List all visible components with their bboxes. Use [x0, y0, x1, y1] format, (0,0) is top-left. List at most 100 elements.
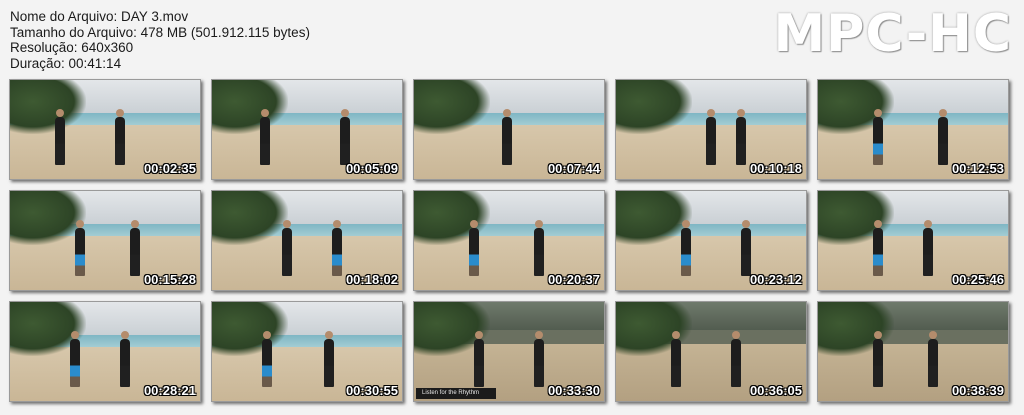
- timestamp: 00:20:37: [547, 272, 600, 287]
- person-figure: [681, 220, 691, 276]
- frame-trees: [616, 80, 692, 135]
- person-head: [737, 109, 745, 117]
- person-head: [874, 331, 882, 339]
- person-head: [503, 109, 511, 117]
- person-head: [71, 331, 79, 339]
- person-head: [116, 109, 124, 117]
- person-figure: [923, 220, 933, 276]
- person-figure: [262, 331, 272, 387]
- person-figure: [938, 109, 948, 165]
- timestamp: 00:02:35: [143, 161, 196, 176]
- frame-trees: [212, 80, 288, 135]
- person-head: [283, 220, 291, 228]
- timestamp: 00:07:44: [547, 161, 600, 176]
- person-head: [333, 220, 341, 228]
- person-head: [76, 220, 84, 228]
- person-head: [131, 220, 139, 228]
- person-head: [672, 331, 680, 339]
- person-figure: [741, 220, 751, 276]
- thumbnail-frame: 00:12:53: [817, 79, 1009, 180]
- timestamp: 00:12:53: [951, 161, 1004, 176]
- file-info: Nome do Arquivo: DAY 3.mov Tamanho do Ar…: [10, 9, 310, 71]
- person-figure: [332, 220, 342, 276]
- person-figure: [671, 331, 681, 387]
- person-figure: [260, 109, 270, 165]
- timestamp: 00:23:12: [749, 272, 802, 287]
- resolution: Resolução: 640x360: [10, 40, 134, 56]
- person-figure: [282, 220, 292, 276]
- timestamp: 00:38:39: [951, 383, 1004, 398]
- frame-trees: [10, 80, 86, 135]
- person-head: [939, 109, 947, 117]
- thumbnail-frame: 00:28:21: [9, 301, 201, 402]
- person-head: [341, 109, 349, 117]
- frame-trees: [212, 191, 288, 246]
- person-figure: [873, 331, 883, 387]
- thumbnail-frame: 00:23:12: [615, 190, 807, 291]
- person-figure: [502, 109, 512, 165]
- person-figure: [731, 331, 741, 387]
- person-head: [929, 331, 937, 339]
- thumbnail-frame: 00:36:05: [615, 301, 807, 402]
- person-head: [742, 220, 750, 228]
- person-figure: [469, 220, 479, 276]
- mpc-hc-logo: MPC-HC: [773, 4, 1012, 64]
- person-head: [263, 331, 271, 339]
- person-figure: [115, 109, 125, 165]
- timestamp: 00:18:02: [345, 272, 398, 287]
- person-head: [325, 331, 333, 339]
- file-size: Tamanho do Arquivo: 478 MB (501.912.115 …: [10, 24, 310, 40]
- timestamp: 00:05:09: [345, 161, 398, 176]
- person-figure: [706, 109, 716, 165]
- thumbnail-frame: 00:25:46: [817, 190, 1009, 291]
- person-head: [535, 331, 543, 339]
- timestamp: 00:30:55: [345, 383, 398, 398]
- person-figure: [70, 331, 80, 387]
- person-figure: [534, 220, 544, 276]
- person-head: [261, 109, 269, 117]
- person-head: [682, 220, 690, 228]
- timestamp: 00:33:30: [547, 383, 600, 398]
- person-figure: [55, 109, 65, 165]
- thumbnail-grid: 00:02:35 00:05:09 00:07:44 00:10:18 00:12:53…: [9, 79, 1014, 409]
- thumbnail-frame: 00:02:35: [9, 79, 201, 180]
- thumbnail-frame: 00:15:28: [9, 190, 201, 291]
- person-figure: [534, 331, 544, 387]
- timestamp: 00:10:18: [749, 161, 802, 176]
- person-head: [535, 220, 543, 228]
- thumbnail-frame: 00:05:09: [211, 79, 403, 180]
- thumbnail-frame: Listen for the Rhythm 00:33:30: [413, 301, 605, 402]
- person-head: [874, 109, 882, 117]
- person-figure: [120, 331, 130, 387]
- timestamp: 00:28:21: [143, 383, 196, 398]
- person-figure: [130, 220, 140, 276]
- frame-trees: [212, 302, 288, 357]
- thumbnail-frame: 00:18:02: [211, 190, 403, 291]
- person-head: [924, 220, 932, 228]
- thumbnail-frame: 00:10:18: [615, 79, 807, 180]
- person-head: [470, 220, 478, 228]
- frame-trees: [414, 80, 490, 135]
- file-name: Nome do Arquivo: DAY 3.mov: [10, 9, 189, 24]
- person-figure: [736, 109, 746, 165]
- person-head: [707, 109, 715, 117]
- person-head: [56, 109, 64, 117]
- thumbnail-frame: 00:07:44: [413, 79, 605, 180]
- person-figure: [928, 331, 938, 387]
- person-figure: [474, 331, 484, 387]
- person-figure: [873, 220, 883, 276]
- timestamp: 00:36:05: [749, 383, 802, 398]
- person-head: [121, 331, 129, 339]
- thumbnail-frame: 00:20:37: [413, 190, 605, 291]
- person-figure: [340, 109, 350, 165]
- video-caption: Listen for the Rhythm: [416, 388, 496, 399]
- person-figure: [324, 331, 334, 387]
- person-head: [475, 331, 483, 339]
- person-head: [874, 220, 882, 228]
- duration: Duração: 00:41:14: [10, 55, 122, 71]
- person-figure: [873, 109, 883, 165]
- timestamp: 00:25:46: [951, 272, 1004, 287]
- thumbnail-frame: 00:30:55: [211, 301, 403, 402]
- person-head: [732, 331, 740, 339]
- timestamp: 00:15:28: [143, 272, 196, 287]
